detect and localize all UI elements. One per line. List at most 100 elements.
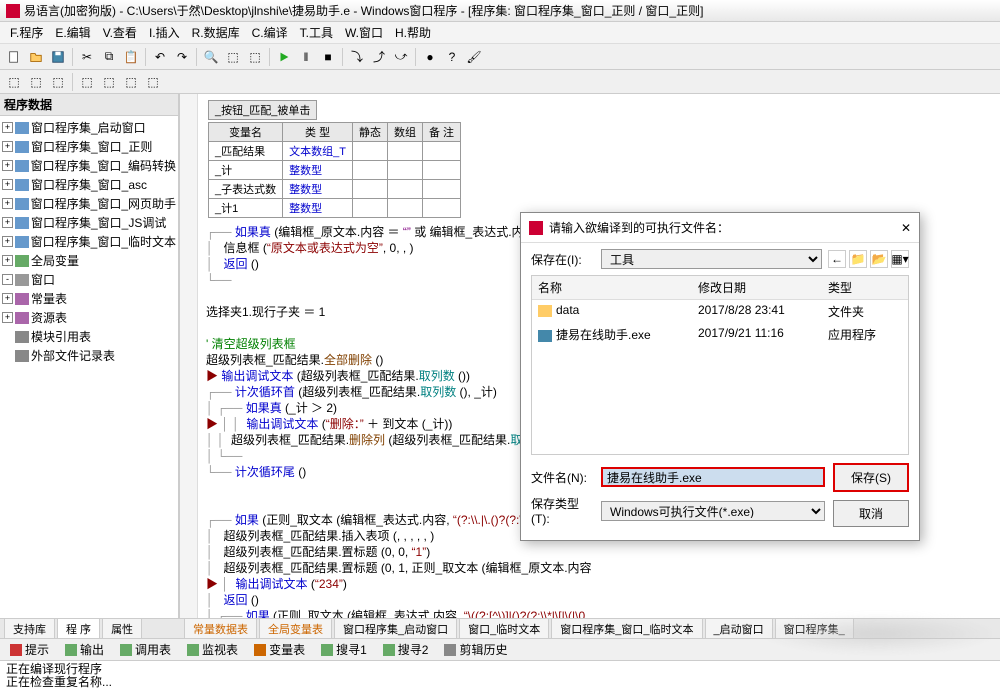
tree-item-label[interactable]: 模块引用表: [31, 328, 91, 345]
col-date[interactable]: 修改日期: [692, 276, 822, 299]
code-tab-3[interactable]: 窗口程序集_启动窗口: [334, 618, 457, 638]
tb-stop-icon[interactable]: ■: [318, 47, 338, 67]
code-tab-4[interactable]: 窗口_临时文本: [459, 618, 549, 638]
tb-step-icon[interactable]: ⤵: [347, 47, 367, 67]
tb-save-icon[interactable]: [48, 47, 68, 67]
tb-stepover-icon[interactable]: ⤴: [369, 47, 389, 67]
save-button[interactable]: 保存(S): [833, 463, 909, 492]
tree-item-label[interactable]: 窗口程序集_窗口_JS调试: [31, 214, 166, 231]
menu-file[interactable]: F.程序: [4, 22, 49, 43]
tb2-2-icon[interactable]: ⬚: [26, 72, 46, 92]
filetype-select[interactable]: Windows可执行文件(*.exe): [601, 501, 825, 521]
exe-icon: [538, 330, 552, 342]
tb-bp-icon[interactable]: ●: [420, 47, 440, 67]
btab-hint[interactable]: 提示: [4, 639, 55, 660]
close-icon[interactable]: ✕: [901, 221, 911, 235]
expand-icon[interactable]: +: [2, 255, 13, 266]
menu-bar: F.程序 E.编辑 V.查看 I.插入 R.数据库 C.编译 T.工具 W.窗口…: [0, 22, 1000, 44]
tb-cut-icon[interactable]: ✂: [77, 47, 97, 67]
menu-window[interactable]: W.窗口: [339, 22, 389, 43]
expand-icon[interactable]: +: [2, 160, 13, 171]
tb-redo-icon[interactable]: ↷: [172, 47, 192, 67]
file-row[interactable]: 捷易在线助手.exe 2017/9/21 11:16 应用程序: [532, 323, 908, 346]
tb-brush-icon[interactable]: 🖌: [464, 47, 484, 67]
menu-view[interactable]: V.查看: [97, 22, 143, 43]
tree-item-label[interactable]: 常量表: [31, 290, 67, 307]
watermark-smudge: [760, 614, 996, 654]
btab-clip[interactable]: 剪辑历史: [438, 639, 513, 660]
col-name[interactable]: 名称: [532, 276, 692, 299]
btab-output[interactable]: 输出: [59, 639, 110, 660]
tb2-5-icon[interactable]: ⬚: [99, 72, 119, 92]
tree-item-label[interactable]: 窗口: [31, 271, 55, 288]
dialog-titlebar: 请输入欲编译到的可执行文件名： ✕: [521, 213, 919, 243]
col-type[interactable]: 类型: [822, 276, 908, 299]
expand-icon[interactable]: +: [2, 122, 13, 133]
side-tab-program[interactable]: 程 序: [57, 618, 100, 638]
expand-icon[interactable]: +: [2, 312, 13, 323]
tree-item-label[interactable]: 外部文件记录表: [31, 347, 115, 364]
btab-search2[interactable]: 搜寻2: [377, 639, 435, 660]
menu-help[interactable]: H.帮助: [389, 22, 437, 43]
expand-icon[interactable]: +: [2, 141, 13, 152]
tb2-3-icon[interactable]: ⬚: [48, 72, 68, 92]
tb-find-icon[interactable]: 🔍: [201, 47, 221, 67]
menu-compile[interactable]: C.编译: [246, 22, 294, 43]
back-icon[interactable]: ←: [828, 250, 846, 268]
tb2-7-icon[interactable]: ⬚: [143, 72, 163, 92]
sidebar-tabs: 支持库 程 序 属性: [0, 618, 180, 638]
btab-vars[interactable]: 变量表: [248, 639, 311, 660]
tb-stepout-icon[interactable]: ⤻: [391, 47, 411, 67]
tb-misc1-icon[interactable]: ⬚: [223, 47, 243, 67]
code-tab-global[interactable]: 全局变量表: [259, 618, 332, 638]
btab-search1[interactable]: 搜寻1: [315, 639, 373, 660]
cancel-button[interactable]: 取消: [833, 500, 909, 527]
up-icon[interactable]: 📁: [849, 250, 867, 268]
tree-item-label[interactable]: 窗口程序集_窗口_网页助手: [31, 195, 176, 212]
view-icon[interactable]: ▦▾: [891, 250, 909, 268]
expand-icon[interactable]: +: [2, 293, 13, 304]
side-tab-support[interactable]: 支持库: [4, 618, 55, 638]
file-row[interactable]: data 2017/8/28 23:41 文件夹: [532, 300, 908, 323]
tb-open-icon[interactable]: [26, 47, 46, 67]
tb-run-icon[interactable]: [274, 47, 294, 67]
tree-item-label[interactable]: 窗口程序集_窗口_asc: [31, 176, 147, 193]
filename-label: 文件名(N):: [531, 469, 595, 486]
menu-edit[interactable]: E.编辑: [49, 22, 96, 43]
dialog-title: 请输入欲编译到的可执行文件名：: [549, 219, 729, 236]
expand-icon[interactable]: +: [2, 179, 13, 190]
filename-input[interactable]: [601, 467, 825, 487]
side-tab-props[interactable]: 属性: [102, 618, 142, 638]
tb-new-icon[interactable]: [4, 47, 24, 67]
tb-help-icon[interactable]: ?: [442, 47, 462, 67]
code-tab-5[interactable]: 窗口程序集_窗口_临时文本: [551, 618, 702, 638]
tb2-6-icon[interactable]: ⬚: [121, 72, 141, 92]
sidebar: 程序数据 +窗口程序集_启动窗口 +窗口程序集_窗口_正则 +窗口程序集_窗口_…: [0, 94, 180, 624]
tb-paste-icon[interactable]: 📋: [121, 47, 141, 67]
tree-item-label[interactable]: 全局变量: [31, 252, 79, 269]
tb-undo-icon[interactable]: ↶: [150, 47, 170, 67]
btab-watch[interactable]: 监视表: [181, 639, 244, 660]
expand-icon[interactable]: +: [2, 198, 13, 209]
expand-icon[interactable]: +: [2, 236, 13, 247]
expand-icon[interactable]: -: [2, 274, 13, 285]
menu-tools[interactable]: T.工具: [294, 22, 339, 43]
code-tab-const[interactable]: 常量数据表: [184, 618, 257, 638]
tree-item-label[interactable]: 窗口程序集_窗口_正则: [31, 138, 152, 155]
tree-item-label[interactable]: 窗口程序集_启动窗口: [31, 119, 146, 136]
tb-pause-icon[interactable]: ‖: [296, 47, 316, 67]
btab-calls[interactable]: 调用表: [114, 639, 177, 660]
menu-data[interactable]: R.数据库: [186, 22, 246, 43]
tb-misc2-icon[interactable]: ⬚: [245, 47, 265, 67]
tb-copy-icon[interactable]: ⧉: [99, 47, 119, 67]
tree-item-label[interactable]: 窗口程序集_窗口_编码转换: [31, 157, 176, 174]
tb2-1-icon[interactable]: ⬚: [4, 72, 24, 92]
save-in-select[interactable]: 工具: [601, 249, 822, 269]
tree-item-label[interactable]: 窗口程序集_窗口_临时文本: [31, 233, 176, 250]
file-list[interactable]: 名称 修改日期 类型 data 2017/8/28 23:41 文件夹 捷易在线…: [531, 275, 909, 455]
menu-insert[interactable]: I.插入: [143, 22, 186, 43]
tree-item-label[interactable]: 资源表: [31, 309, 67, 326]
newfolder-icon[interactable]: 📂: [870, 250, 888, 268]
tb2-4-icon[interactable]: ⬚: [77, 72, 97, 92]
expand-icon[interactable]: +: [2, 217, 13, 228]
